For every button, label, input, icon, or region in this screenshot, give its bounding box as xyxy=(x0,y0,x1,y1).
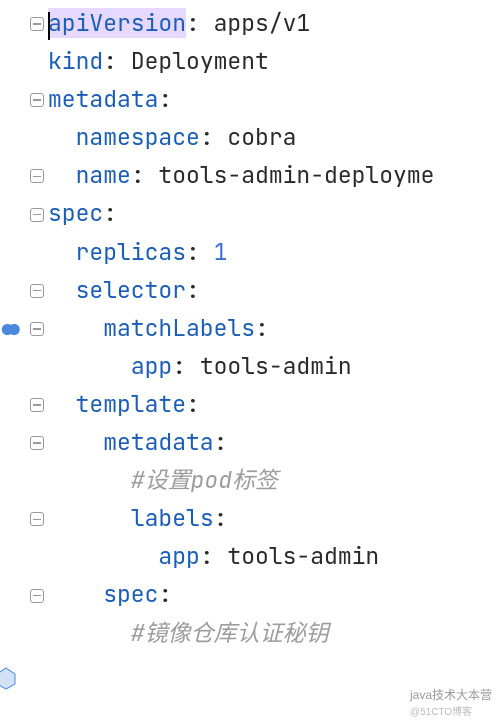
code-line[interactable]: spec: xyxy=(48,194,500,232)
yaml-key: namespace xyxy=(76,122,200,152)
fold-toggle-icon[interactable] xyxy=(30,93,44,107)
yaml-key: labels xyxy=(131,503,214,533)
yaml-value: tools-admin xyxy=(227,541,379,571)
code-line[interactable]: name: tools-admin-deployme xyxy=(48,156,500,194)
watermark-main: java技术大本营 xyxy=(410,688,492,702)
fold-toggle-icon[interactable] xyxy=(30,322,44,336)
k8s-badge-icon xyxy=(0,666,18,690)
fold-toggle-icon[interactable] xyxy=(30,17,44,31)
yaml-sep: : xyxy=(186,389,200,419)
yaml-sep: : xyxy=(214,503,228,533)
yaml-key: app xyxy=(158,541,199,571)
code-line[interactable]: apiVersion: apps/v1 xyxy=(48,4,500,42)
yaml-sep: : xyxy=(200,541,228,571)
code-line[interactable]: app: tools-admin xyxy=(48,347,500,385)
yaml-comment: #镜像仓库认证秘钥 xyxy=(131,618,329,648)
watermark: java技术大本营 @51CTO博客 xyxy=(410,686,492,718)
code-line[interactable]: #镜像仓库认证秘钥 xyxy=(48,614,500,652)
fold-toggle-icon[interactable] xyxy=(30,284,44,298)
fold-toggle-icon[interactable] xyxy=(30,589,44,603)
code-line[interactable]: labels: xyxy=(48,499,500,537)
yaml-sep: : xyxy=(131,160,159,190)
fold-toggle-icon[interactable] xyxy=(30,398,44,412)
code-line[interactable]: app: tools-admin xyxy=(48,537,500,575)
yaml-value: apps/v1 xyxy=(214,8,311,38)
yaml-key: name xyxy=(76,160,131,190)
yaml-sep: : xyxy=(103,46,131,76)
breakpoint-icon[interactable]: ●● xyxy=(2,319,16,342)
yaml-key: metadata xyxy=(48,84,158,114)
yaml-sep: : xyxy=(158,84,172,114)
yaml-key: replicas xyxy=(76,237,186,267)
code-line[interactable]: kind: Deployment xyxy=(48,42,500,80)
yaml-key: spec xyxy=(48,198,103,228)
yaml-key: spec xyxy=(103,579,158,609)
fold-toggle-icon[interactable] xyxy=(30,208,44,222)
code-line[interactable]: metadata: xyxy=(48,80,500,118)
yaml-sep: : xyxy=(186,237,214,267)
yaml-sep: : xyxy=(200,122,228,152)
yaml-key: selector xyxy=(76,275,186,305)
yaml-sep: : xyxy=(214,427,228,457)
code-line[interactable]: selector: xyxy=(48,271,500,309)
text-cursor xyxy=(48,12,50,40)
yaml-key: matchLabels xyxy=(103,313,255,343)
yaml-sep: : xyxy=(158,579,172,609)
code-line[interactable]: namespace: cobra xyxy=(48,118,500,156)
code-area[interactable]: apiVersion: apps/v1kind: Deploymentmetad… xyxy=(48,0,500,724)
yaml-value: cobra xyxy=(227,122,296,152)
yaml-key: app xyxy=(131,351,172,381)
yaml-key: kind xyxy=(48,46,103,76)
yaml-sep: : xyxy=(103,198,117,228)
editor-gutter: ●● xyxy=(0,0,48,724)
yaml-key: metadata xyxy=(103,427,213,457)
yaml-value: tools-admin-deployme xyxy=(158,160,434,190)
code-line[interactable]: replicas: 1 xyxy=(48,233,500,271)
yaml-value: 1 xyxy=(214,237,228,267)
yaml-sep: : xyxy=(186,275,200,305)
fold-toggle-icon[interactable] xyxy=(30,169,44,183)
yaml-sep: : xyxy=(172,351,200,381)
code-editor[interactable]: ●● apiVersion: apps/v1kind: Deploymentme… xyxy=(0,0,500,724)
yaml-sep: : xyxy=(186,8,214,38)
code-line[interactable]: #设置pod标签 xyxy=(48,461,500,499)
fold-toggle-icon[interactable] xyxy=(30,436,44,450)
yaml-comment: #设置pod标签 xyxy=(131,465,278,495)
watermark-sub: @51CTO博客 xyxy=(410,707,472,718)
code-line[interactable]: matchLabels: xyxy=(48,309,500,347)
yaml-key: template xyxy=(76,389,186,419)
fold-toggle-icon[interactable] xyxy=(30,512,44,526)
yaml-key: apiVersion xyxy=(48,8,186,38)
yaml-value: tools-admin xyxy=(200,351,352,381)
yaml-value: Deployment xyxy=(131,46,269,76)
code-line[interactable]: metadata: xyxy=(48,423,500,461)
yaml-sep: : xyxy=(255,313,269,343)
code-line[interactable]: template: xyxy=(48,385,500,423)
code-line[interactable]: spec: xyxy=(48,575,500,613)
